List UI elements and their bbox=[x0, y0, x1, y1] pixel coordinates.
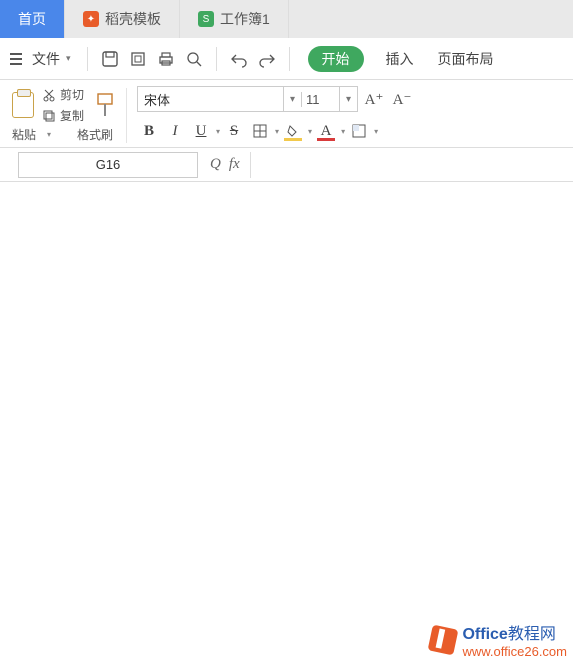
ribbon-tab-insert[interactable]: 插入 bbox=[376, 49, 424, 69]
chevron-down-icon[interactable]: ▾ bbox=[47, 130, 51, 139]
decrease-font-button[interactable]: A⁻ bbox=[390, 87, 414, 111]
chevron-down-icon[interactable]: ▾ bbox=[216, 127, 220, 136]
copy-button[interactable]: 复制 bbox=[42, 107, 84, 124]
save-icon[interactable] bbox=[98, 47, 122, 71]
chevron-down-icon[interactable]: ▾ bbox=[339, 87, 357, 111]
file-toolbar: 文件 ▾ 开始 插入 页面布局 bbox=[0, 38, 573, 80]
format-painter-label[interactable]: 格式刷 bbox=[77, 126, 113, 143]
tab-home[interactable]: 首页 bbox=[0, 0, 65, 38]
tab-home-label: 首页 bbox=[18, 9, 46, 29]
divider bbox=[126, 88, 127, 143]
font-size-value[interactable]: 11 bbox=[301, 92, 339, 107]
formula-input[interactable] bbox=[250, 152, 573, 178]
watermark: ▌ Office教程网 www.office26.com bbox=[430, 620, 567, 659]
underline-button[interactable]: U bbox=[189, 119, 213, 143]
watermark-url: www.office26.com bbox=[462, 644, 567, 659]
cell-style-button[interactable] bbox=[347, 119, 371, 143]
strikethrough-button[interactable]: S bbox=[222, 119, 246, 143]
lookup-icon[interactable]: Q bbox=[206, 156, 225, 173]
font-name-select[interactable]: 宋体 ▾ 11 ▾ bbox=[137, 86, 358, 112]
cut-button[interactable]: 剪切 bbox=[42, 86, 84, 103]
find-icon[interactable] bbox=[182, 47, 206, 71]
docer-icon: ✦ bbox=[83, 11, 99, 27]
ribbon: 剪切 复制 粘贴▾ x 格式刷 宋体 ▾ 11 ▾ bbox=[0, 80, 573, 148]
ribbon-tab-start[interactable]: 开始 bbox=[308, 46, 364, 72]
chevron-down-icon[interactable]: ▾ bbox=[308, 127, 312, 136]
app-tabs: 首页 ✦ 稻壳模板 S 工作簿1 bbox=[0, 0, 573, 38]
office-logo-icon: ▌ bbox=[428, 624, 459, 655]
divider bbox=[87, 47, 88, 71]
chevron-down-icon[interactable]: ▾ bbox=[374, 127, 378, 136]
fx-icon[interactable]: fx bbox=[225, 156, 244, 173]
paste-label[interactable]: 粘贴 bbox=[12, 126, 36, 143]
increase-font-button[interactable]: A⁺ bbox=[362, 87, 386, 111]
file-menu[interactable]: 文件 bbox=[30, 49, 62, 69]
chevron-down-icon[interactable]: ▾ bbox=[66, 53, 77, 64]
format-painter-icon[interactable] bbox=[94, 92, 116, 118]
font-group: 宋体 ▾ 11 ▾ A⁺ A⁻ B I U▾ S ▾ ▾ A▾ ▾ bbox=[131, 84, 420, 147]
spreadsheet-icon: S bbox=[198, 11, 214, 27]
menu-icon[interactable] bbox=[6, 53, 26, 65]
divider bbox=[289, 47, 290, 71]
redo-icon[interactable] bbox=[255, 47, 279, 71]
font-color-button[interactable]: A bbox=[314, 119, 338, 143]
chevron-down-icon[interactable]: ▾ bbox=[341, 127, 345, 136]
font-name-value: 宋体 bbox=[138, 90, 283, 109]
bold-button[interactable]: B bbox=[137, 119, 161, 143]
divider bbox=[216, 47, 217, 71]
border-button[interactable] bbox=[248, 119, 272, 143]
tab-workbook[interactable]: S 工作簿1 bbox=[180, 0, 289, 38]
tab-docer-label: 稻壳模板 bbox=[105, 9, 161, 29]
tab-workbook-label: 工作簿1 bbox=[220, 9, 270, 29]
undo-icon[interactable] bbox=[227, 47, 251, 71]
name-box-value: G16 bbox=[96, 157, 121, 172]
cut-label: 剪切 bbox=[60, 86, 84, 103]
chevron-down-icon[interactable]: ▾ bbox=[283, 87, 301, 111]
copy-icon bbox=[42, 109, 56, 123]
print-preview-icon[interactable] bbox=[126, 47, 150, 71]
fill-color-button[interactable] bbox=[281, 119, 305, 143]
ribbon-tab-pagelayout[interactable]: 页面布局 bbox=[428, 49, 504, 69]
formula-bar: G16 Q fx bbox=[0, 148, 573, 182]
chevron-down-icon[interactable]: ▾ bbox=[275, 127, 279, 136]
clipboard-group: 剪切 复制 粘贴▾ x 格式刷 bbox=[6, 84, 122, 147]
paste-icon[interactable] bbox=[12, 92, 34, 118]
tab-docer[interactable]: ✦ 稻壳模板 bbox=[65, 0, 180, 38]
print-icon[interactable] bbox=[154, 47, 178, 71]
italic-button[interactable]: I bbox=[163, 119, 187, 143]
watermark-brand: Office bbox=[462, 626, 507, 643]
scissors-icon bbox=[42, 88, 56, 102]
name-box[interactable]: G16 bbox=[18, 152, 198, 178]
copy-label: 复制 bbox=[60, 107, 84, 124]
watermark-suffix: 教程网 bbox=[508, 626, 556, 643]
